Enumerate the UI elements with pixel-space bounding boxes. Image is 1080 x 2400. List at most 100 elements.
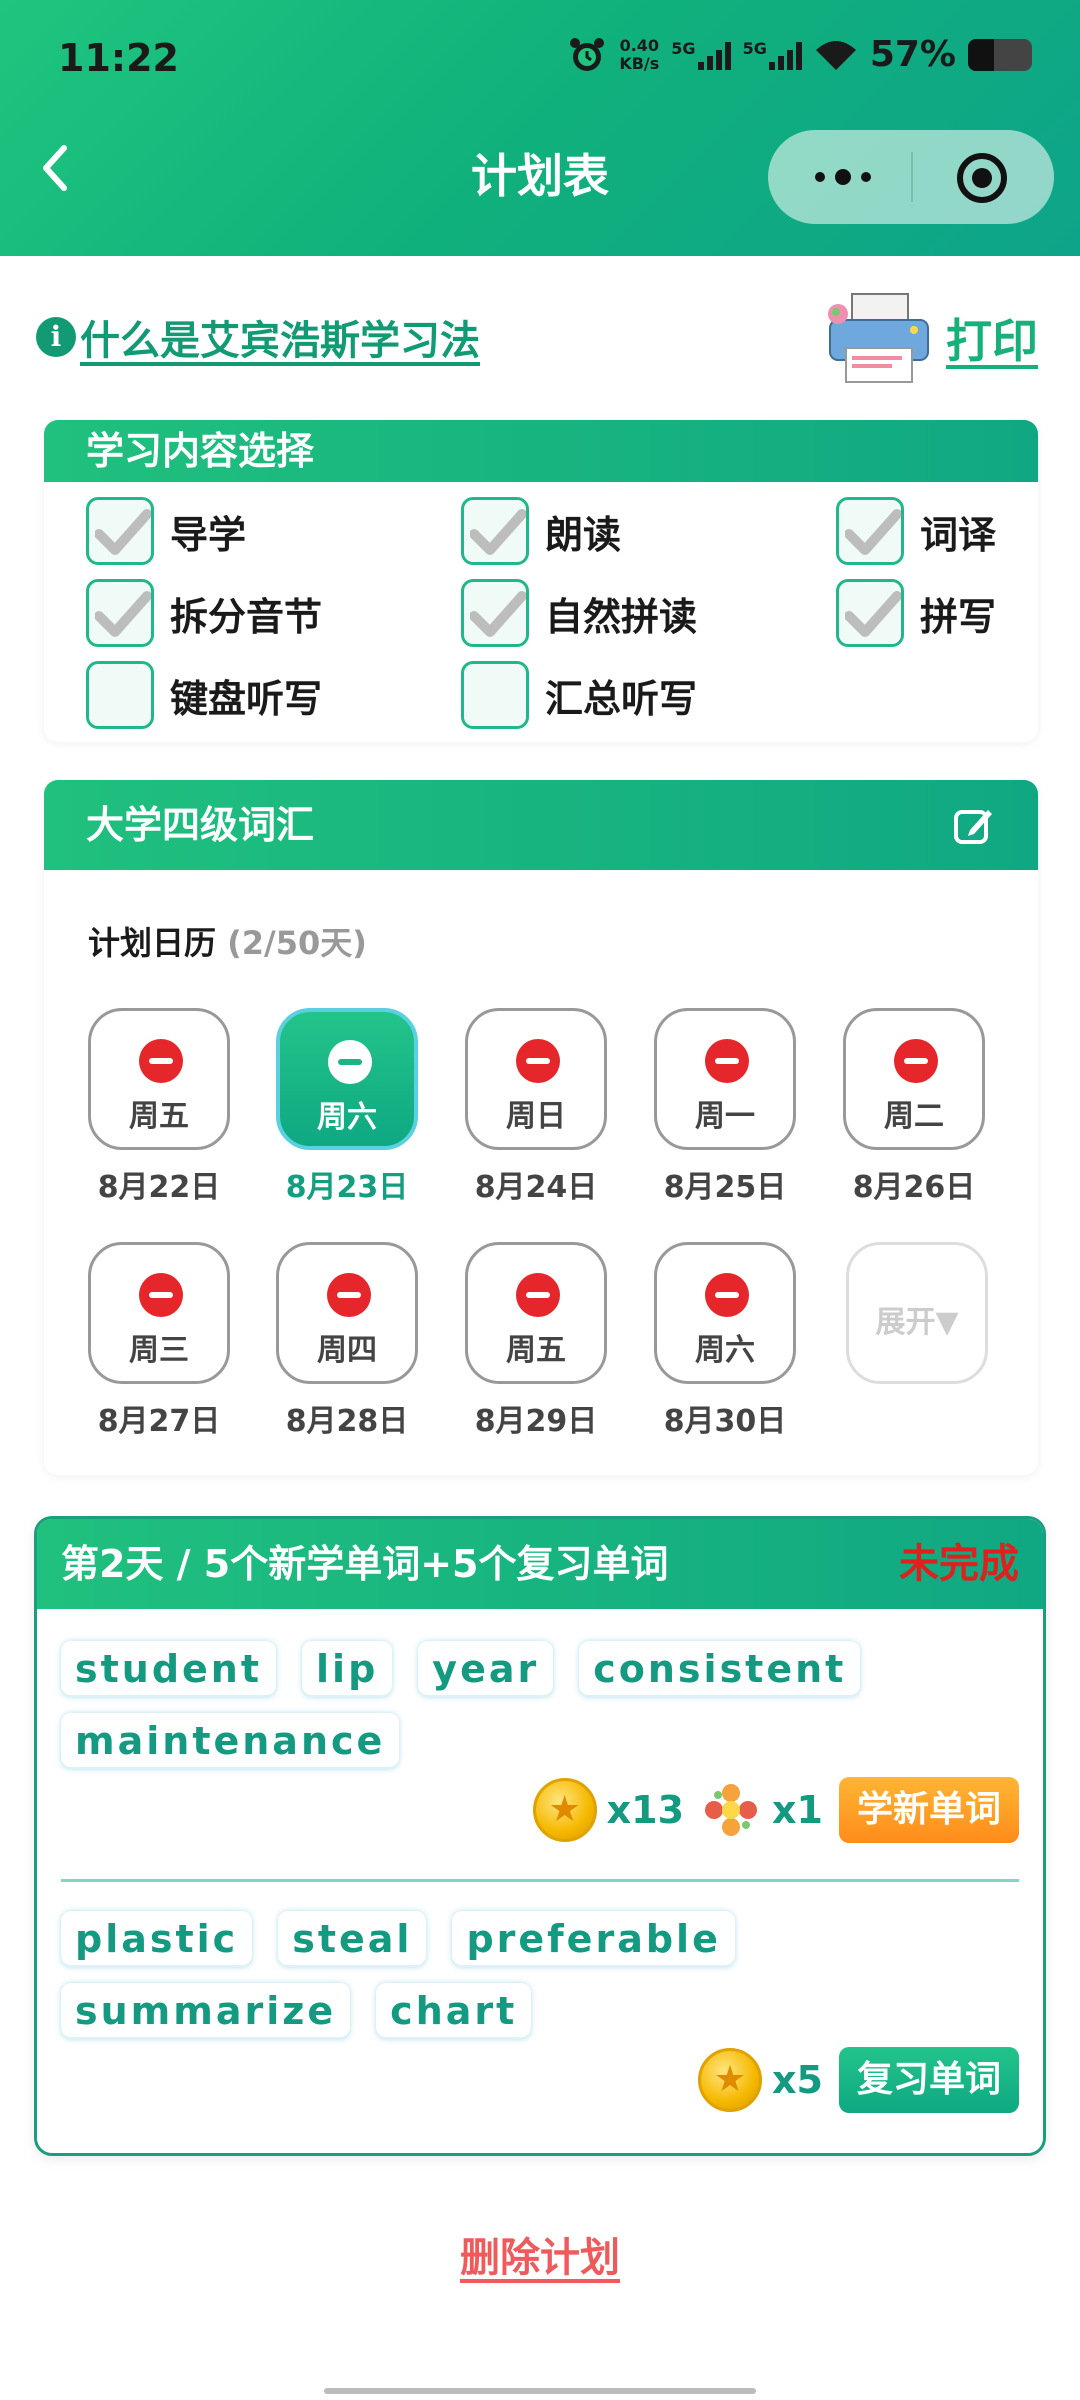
remove-icon[interactable] <box>705 1039 749 1083</box>
remove-icon[interactable] <box>516 1039 560 1083</box>
calendar-label: 计划日历 <box>88 924 217 962</box>
option-item[interactable]: 自然拼读 <box>461 578 836 648</box>
weekday-label: 周三 <box>129 1333 189 1368</box>
word-tag[interactable]: lip <box>302 1641 393 1697</box>
calendar-day[interactable]: 周三 8月27日 <box>88 1242 230 1440</box>
day-box: 周五 <box>88 1008 230 1150</box>
option-item[interactable]: 拆分音节 <box>86 578 461 648</box>
date-label: 8月22日 <box>97 1170 221 1205</box>
review-reward-row: x5 复习单词 <box>698 2047 1019 2113</box>
calendar-day[interactable]: 周日 8月24日 <box>465 1008 607 1206</box>
calendar-day[interactable]: 周二 8月26日 <box>843 1008 985 1206</box>
review-words-button[interactable]: 复习单词 <box>838 2047 1019 2113</box>
calendar-progress: (2/50天) <box>227 924 367 962</box>
word-tag[interactable]: consistent <box>579 1641 861 1697</box>
word-tag[interactable]: year <box>418 1641 554 1697</box>
more-dots-icon[interactable] <box>808 160 878 194</box>
weekday-label: 周六 <box>695 1333 755 1368</box>
option-item[interactable]: 朗读 <box>461 496 836 566</box>
date-label: 8月25日 <box>663 1170 787 1205</box>
review-words-list: plastic steal preferable summarize chart <box>61 1911 1021 2039</box>
checkbox-checked[interactable] <box>461 497 529 565</box>
word-tag[interactable]: student <box>61 1641 277 1697</box>
word-tag[interactable]: chart <box>376 1983 532 2039</box>
content-selection-title: 学习内容选择 <box>44 420 1038 482</box>
remove-icon[interactable] <box>516 1273 560 1317</box>
check-icon <box>470 509 526 555</box>
content-options: 导学 朗读 词译拆分音节 自然拼读 拼写键盘听写 汇总听写 <box>86 496 1016 730</box>
date-label: 8月27日 <box>97 1404 221 1439</box>
remove-icon[interactable] <box>139 1273 183 1317</box>
remove-icon[interactable] <box>328 1040 372 1084</box>
word-tag[interactable]: steal <box>278 1911 427 1967</box>
checkbox-checked[interactable] <box>86 497 154 565</box>
check-icon <box>470 591 526 637</box>
word-tag[interactable]: preferable <box>452 1911 735 1967</box>
option-item[interactable]: 键盘听写 <box>86 660 461 730</box>
weekday-label: 周四 <box>317 1333 377 1368</box>
option-item[interactable]: 导学 <box>86 496 461 566</box>
date-label: 8月29日 <box>474 1404 598 1439</box>
plan-title: 大学四级词汇 <box>86 803 315 847</box>
remove-icon[interactable] <box>327 1273 371 1317</box>
app-header: 11:22 0.40 KB/s 5G 5G 57% 计划表 <box>0 0 1080 256</box>
status-badge: 未完成 <box>899 1541 1019 1587</box>
weekday-label: 周二 <box>884 1099 944 1134</box>
option-item[interactable]: 词译 <box>836 496 1016 566</box>
checkbox-checked[interactable] <box>836 497 904 565</box>
checkbox-checked[interactable] <box>86 579 154 647</box>
check-icon <box>95 591 151 637</box>
ebbinghaus-info-link[interactable]: i 什么是艾宾浩斯学习法 <box>36 308 480 366</box>
option-label: 朗读 <box>545 512 622 557</box>
option-label: 导学 <box>170 512 247 557</box>
signal-icon: 5G <box>743 39 802 70</box>
print-label: 打印 <box>946 314 1038 368</box>
date-label: 8月26日 <box>852 1170 976 1205</box>
day-box: 周六 <box>654 1242 796 1384</box>
option-label: 词译 <box>920 512 997 557</box>
alarm-icon <box>570 37 605 71</box>
remove-icon[interactable] <box>705 1273 749 1317</box>
remove-icon[interactable] <box>894 1039 938 1083</box>
calendar-day[interactable]: 周一 8月25日 <box>654 1008 796 1206</box>
checkbox-unchecked[interactable] <box>461 661 529 729</box>
word-tag[interactable]: plastic <box>61 1911 253 1967</box>
day-box: 周三 <box>88 1242 230 1384</box>
target-icon[interactable] <box>954 150 1010 206</box>
calendar-day[interactable]: 周五 8月22日 <box>88 1008 230 1206</box>
calendar-day[interactable]: 周六 8月30日 <box>654 1242 796 1440</box>
new-flower-count: x1 <box>772 1788 823 1832</box>
print-button[interactable]: 打印 <box>822 290 1038 386</box>
flower-icon <box>705 1784 758 1836</box>
option-label: 拼写 <box>920 594 997 639</box>
day-box: 周四 <box>276 1242 418 1384</box>
calendar-day[interactable]: 周六 8月23日 <box>276 1008 418 1206</box>
day-box: 周五 <box>465 1242 607 1384</box>
remove-icon[interactable] <box>139 1039 183 1083</box>
edit-icon[interactable] <box>952 804 996 848</box>
coin-icon <box>698 2048 763 2112</box>
plan-calendar-card: 大学四级词汇 计划日历 (2/50天) 周五 8月22日 周六 8月23日 周日 8月24… <box>44 780 1038 1475</box>
calendar-day[interactable]: 周四 8月28日 <box>276 1242 418 1440</box>
net-speed: 0.40 KB/s <box>619 35 660 73</box>
expand-label: 展开▼ <box>875 1305 959 1340</box>
weekday-label: 周六 <box>317 1100 377 1135</box>
calendar-heading: 计划日历 (2/50天) <box>88 918 367 964</box>
checkbox-unchecked[interactable] <box>86 661 154 729</box>
expand-button[interactable]: 展开▼ <box>846 1242 988 1384</box>
weekday-label: 周一 <box>695 1099 755 1134</box>
checkbox-checked[interactable] <box>461 579 529 647</box>
word-tag[interactable]: summarize <box>61 1983 351 2039</box>
weekday-label: 周日 <box>506 1099 566 1134</box>
option-item[interactable]: 汇总听写 <box>461 660 836 730</box>
learn-new-words-button[interactable]: 学新单词 <box>838 1777 1019 1843</box>
option-label: 汇总听写 <box>545 676 698 721</box>
calendar-day[interactable]: 周五 8月29日 <box>465 1242 607 1440</box>
delete-plan-link[interactable]: 删除计划 <box>0 2225 1080 2283</box>
option-item[interactable]: 拼写 <box>836 578 1016 648</box>
word-tag[interactable]: maintenance <box>61 1713 400 1769</box>
date-label: 8月30日 <box>663 1404 787 1439</box>
checkbox-checked[interactable] <box>836 579 904 647</box>
content-selection-card: 学习内容选择 导学 朗读 词译拆分音节 自然拼读 拼写键盘听写 汇总听写 <box>44 420 1038 742</box>
status-time: 11:22 <box>58 36 179 80</box>
